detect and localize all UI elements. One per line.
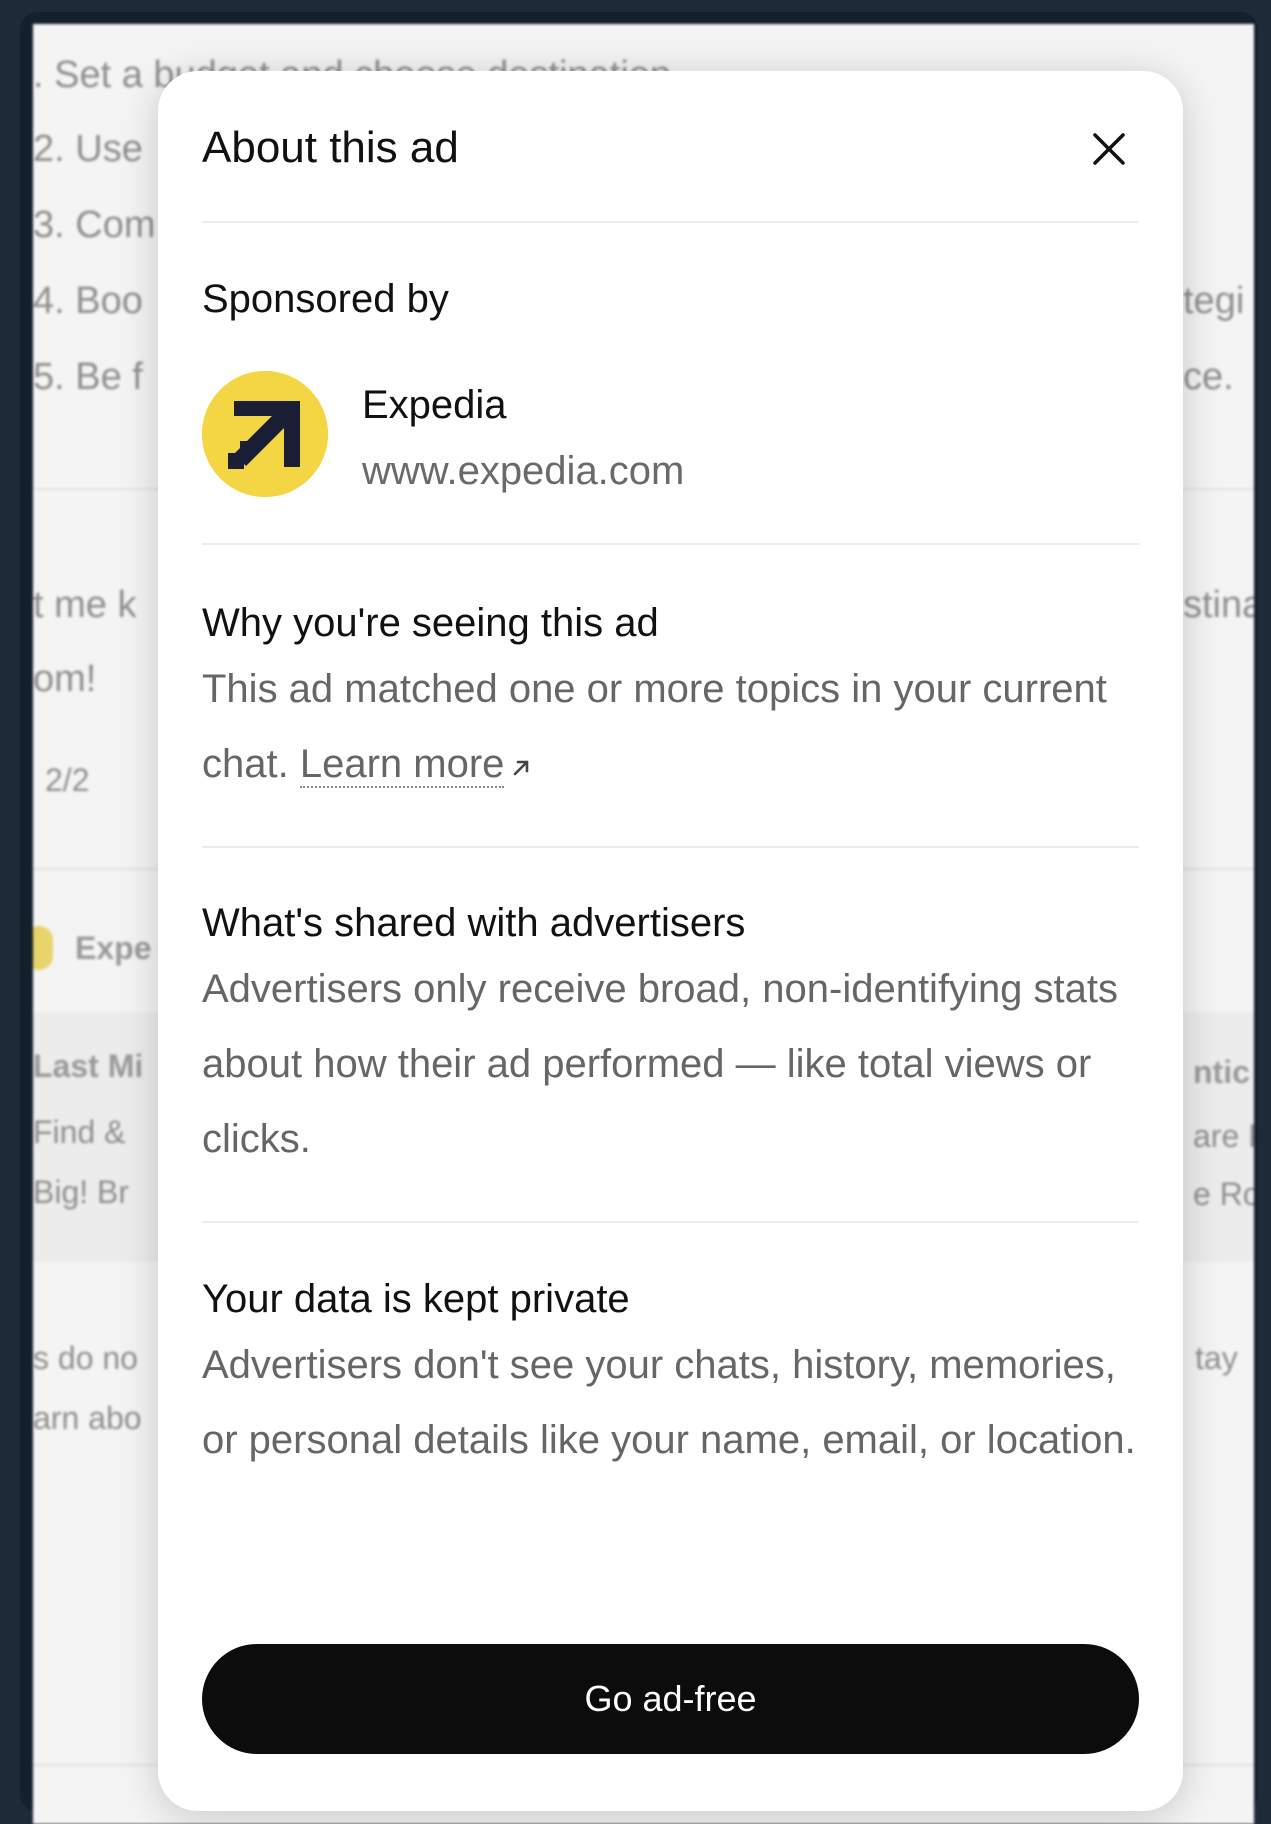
why-seeing-text: This ad matched one or more topics in yo…: [202, 652, 1162, 804]
section-divider: [202, 543, 1139, 545]
bg-footer-text: s do no: [33, 1340, 138, 1376]
section-divider: [202, 846, 1139, 848]
bg-message-line: t me k: [33, 584, 137, 626]
close-icon: [1093, 133, 1125, 165]
bg-list-fragment: ce.: [1183, 356, 1234, 398]
bg-card-text: Big! Br: [33, 1174, 130, 1210]
modal-header: About this ad: [202, 71, 1139, 223]
bg-card-text: Find &: [33, 1114, 126, 1150]
bg-list-item: 5. Be f: [33, 356, 143, 398]
bg-footer-text: arn abo: [33, 1400, 142, 1436]
shared-title: What's shared with advertisers: [202, 901, 746, 945]
bg-sponsor-logo: [33, 926, 53, 970]
external-arrow-icon: [510, 729, 532, 804]
close-button[interactable]: [1079, 119, 1139, 179]
bg-card-title: Last Mi: [33, 1048, 144, 1084]
sponsor-url: www.expedia.com: [362, 449, 685, 493]
bg-footer-text: tay: [1195, 1340, 1238, 1376]
learn-more-link[interactable]: Learn more: [299, 742, 505, 788]
sponsor-name: Expedia: [362, 383, 507, 427]
expedia-logo: [202, 371, 328, 497]
section-divider: [202, 1221, 1139, 1223]
bg-message-fragment: stina: [1183, 584, 1254, 626]
modal-title: About this ad: [202, 123, 459, 172]
bg-card-text: e Ro: [1193, 1176, 1254, 1212]
bg-list-item: 4. Boo: [33, 280, 143, 322]
about-ad-modal: About this ad Sponsored by Expedia www.e…: [158, 71, 1183, 1811]
bg-sponsor-label: Expe: [75, 930, 152, 966]
bg-list-item: 2. Use: [33, 128, 143, 170]
bg-list-item: 3. Com: [33, 204, 156, 246]
bg-pager: 2/2: [45, 762, 90, 798]
shared-text: Advertisers only receive broad, non-iden…: [202, 967, 1119, 1161]
expedia-arrow-icon: [202, 371, 328, 497]
sponsored-by-label: Sponsored by: [202, 277, 449, 321]
bg-message-line: om!: [33, 658, 97, 700]
private-title: Your data is kept private: [202, 1277, 630, 1321]
go-ad-free-button[interactable]: Go ad-free: [202, 1644, 1139, 1754]
bg-card-text: are F: [1193, 1118, 1254, 1154]
bg-list-fragment: tegi: [1183, 280, 1245, 322]
private-text: Advertisers don't see your chats, histor…: [202, 1343, 1136, 1462]
why-seeing-title: Why you're seeing this ad: [202, 601, 659, 645]
bg-card-title: ntic: [1193, 1054, 1250, 1090]
